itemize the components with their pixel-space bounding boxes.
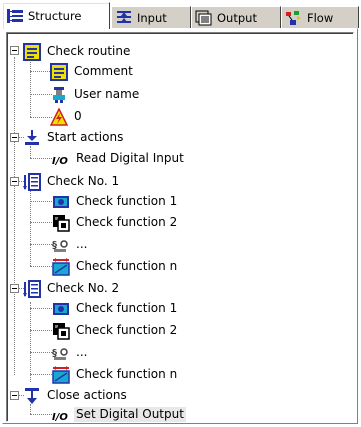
structure-icon <box>7 9 23 23</box>
collapse-toggle-close-actions[interactable] <box>10 391 19 400</box>
input-icon <box>117 10 131 23</box>
pattern-function-icon <box>53 214 70 232</box>
tree-node-check1-function-1[interactable]: Check function 1 <box>52 192 179 211</box>
measure-function-icon <box>52 257 70 276</box>
tree-node-user-name[interactable]: User name <box>50 85 141 104</box>
tree-node-label: Check function 2 <box>76 215 178 229</box>
tree-node-label: Close actions <box>47 388 127 402</box>
tree-node-label: Check function n <box>76 259 178 273</box>
svg-text:I/O: I/O <box>52 156 68 167</box>
io-icon: I/O <box>52 156 68 167</box>
structure-panel: Structure Input Output Flow Check routin… <box>0 0 361 427</box>
svg-text:I/O: I/O <box>52 412 68 423</box>
tab-flow-label: Flow <box>307 10 334 25</box>
tree-node-label: Comment <box>74 64 133 78</box>
tree-node-label: Set Digital Output <box>74 407 186 422</box>
tree-node-label: ... <box>76 345 88 359</box>
tree-node-read-digital-input[interactable]: I/O Read Digital Input <box>52 149 186 168</box>
tab-flow[interactable]: Flow <box>281 6 359 28</box>
tab-structure-label: Structure <box>28 9 82 23</box>
tree-node-close-actions[interactable]: Close actions <box>23 386 129 405</box>
tab-output[interactable]: Output <box>191 6 281 28</box>
tree-node-check-2[interactable]: Check No. 2 <box>23 279 121 298</box>
tree-node-check2-function-1[interactable]: Check function 1 <box>52 299 179 318</box>
tree-node-set-digital-output[interactable]: I/O Set Digital Output <box>52 405 186 424</box>
tree-node-check2-function-n[interactable]: Check function n <box>52 365 179 384</box>
tree-node-check-routine[interactable]: Check routine <box>23 42 132 61</box>
measure-function-icon <box>52 365 70 384</box>
collapse-toggle-check-1[interactable] <box>10 177 19 186</box>
camera-function-icon <box>53 195 69 208</box>
tab-input[interactable]: Input <box>111 6 191 28</box>
tree-node-label: Check function 1 <box>76 194 178 208</box>
collapse-toggle-start-actions[interactable] <box>10 133 19 142</box>
output-icon <box>195 10 212 25</box>
tab-input-label: Input <box>137 10 167 25</box>
tree-node-label: Check No. 2 <box>47 281 120 295</box>
collapse-toggle-check-routine[interactable] <box>10 46 19 55</box>
tree-node-label: Start actions <box>47 130 124 144</box>
tree-node-label: 0 <box>74 109 82 123</box>
tree-node-check2-ellipsis[interactable]: § ... <box>52 343 89 362</box>
pattern-function-icon <box>53 322 70 340</box>
tree-node-label: Check No. 1 <box>47 174 120 188</box>
tree-node-label: Check routine <box>47 44 131 58</box>
tree-node-label: ... <box>76 237 88 251</box>
comment-icon <box>50 62 68 81</box>
tab-structure[interactable]: Structure <box>2 2 110 29</box>
tree-node-label: User name <box>74 87 140 101</box>
tree-node-label: Check function n <box>76 367 178 381</box>
tree-node-label: Read Digital Input <box>76 151 184 165</box>
user-icon <box>53 86 65 103</box>
tab-strip: Structure Input Output Flow <box>2 2 359 29</box>
start-actions-icon <box>25 129 39 145</box>
generic-function-icon: § <box>52 348 68 360</box>
tree-node-comment[interactable]: Comment <box>50 62 135 81</box>
check-list-icon <box>23 172 41 191</box>
generic-function-icon: § <box>52 240 68 252</box>
collapse-toggle-check-2[interactable] <box>10 284 19 293</box>
io-icon: I/O <box>52 412 68 423</box>
tree-node-check-1[interactable]: Check No. 1 <box>23 172 121 191</box>
tree-node-check2-function-2[interactable]: Check function 2 <box>52 321 179 340</box>
flow-icon <box>286 10 301 25</box>
tree-node-check1-ellipsis[interactable]: § ... <box>52 235 89 254</box>
tree-node-label: Check function 2 <box>76 323 178 337</box>
tree-node-label: Check function 1 <box>76 301 178 315</box>
tree-line <box>30 57 31 117</box>
close-actions-icon <box>25 387 39 404</box>
document-icon <box>23 42 41 61</box>
tree-node-start-actions[interactable]: Start actions <box>23 128 125 147</box>
check-list-icon <box>23 279 41 298</box>
tree-node-check1-function-n[interactable]: Check function n <box>52 257 179 276</box>
tree-line <box>14 57 15 375</box>
warning-icon <box>50 107 68 126</box>
camera-function-icon <box>53 302 69 315</box>
tree-node-check1-function-2[interactable]: Check function 2 <box>52 213 179 232</box>
tab-output-label: Output <box>217 10 257 25</box>
tree-node-value[interactable]: 0 <box>50 107 84 126</box>
